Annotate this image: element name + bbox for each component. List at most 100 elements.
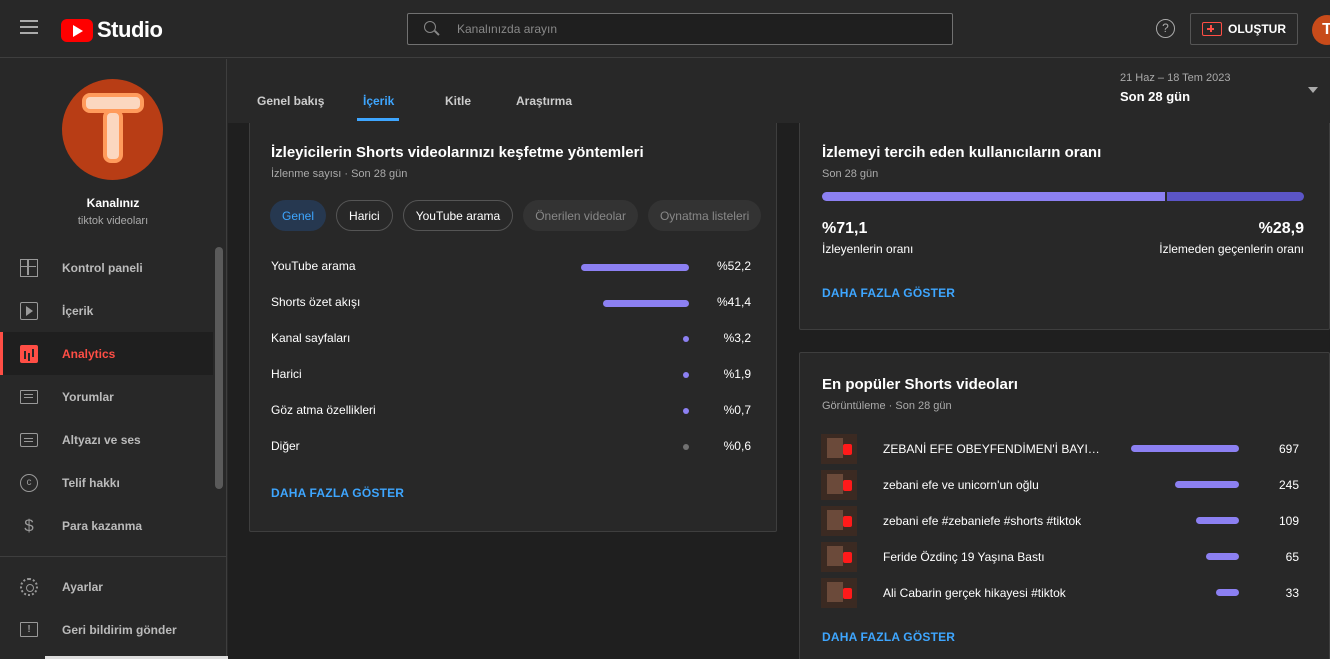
video-thumbnail[interactable] <box>821 578 857 608</box>
sidebar-item-label: Geri bildirim gönder <box>62 622 177 637</box>
comments-icon <box>20 389 38 404</box>
source-bar <box>683 444 689 450</box>
channel-name: Kanalınız <box>86 196 140 210</box>
chip-suggested-videos: Önerilen videolar <box>523 200 638 231</box>
logo-text: Studio <box>97 17 163 42</box>
tab-content[interactable]: İçerik <box>363 94 394 108</box>
menu-icon[interactable] <box>20 20 38 34</box>
views-bar <box>1196 517 1239 524</box>
subtitles-icon <box>20 432 38 447</box>
create-button-label: OLUŞTUR <box>1228 22 1286 36</box>
sidebar-item-settings[interactable]: Ayarlar <box>0 565 213 608</box>
create-video-icon <box>1202 22 1222 36</box>
analytics-icon <box>20 344 38 363</box>
video-views: 697 <box>1278 442 1299 456</box>
video-row[interactable]: zebani efe #zebaniefe #shorts #tiktok 10… <box>821 506 1299 536</box>
chip-external[interactable]: Harici <box>336 200 393 231</box>
search-input[interactable] <box>457 22 917 36</box>
show-more-link[interactable]: DAHA FAZLA GÖSTER <box>822 286 955 300</box>
account-avatar[interactable]: T <box>1312 15 1330 45</box>
watch-ratio-card: İzlemeyi tercih eden kullanıcıların oran… <box>799 123 1330 330</box>
skipped-segment <box>1166 192 1304 201</box>
chevron-down-icon[interactable] <box>1308 87 1318 93</box>
tab-audience[interactable]: Kitle <box>445 94 471 108</box>
source-bar <box>683 336 689 342</box>
traffic-source-row: YouTube arama %52,2 <box>271 256 751 276</box>
sidebar-item-label: Analytics <box>62 346 116 361</box>
dashboard-icon <box>20 258 38 277</box>
tab-overview[interactable]: Genel bakış <box>257 94 324 108</box>
active-tab-indicator <box>357 118 399 121</box>
sidebar-item-dashboard[interactable]: Kontrol paneli <box>0 246 213 289</box>
sidebar-item-feedback[interactable]: ! Geri bildirim gönder <box>0 608 213 651</box>
top-shorts-card: En popüler Shorts videoları Görüntüleme … <box>799 352 1330 659</box>
search-box[interactable] <box>407 13 953 45</box>
source-bar <box>603 300 689 307</box>
traffic-source-row: Shorts özet akışı %41,4 <box>271 292 751 312</box>
sidebar-divider <box>0 556 226 557</box>
views-bar <box>1216 589 1239 596</box>
watched-value: %71,1 <box>822 220 868 237</box>
card-subtitle: İzlenme sayısı · Son 28 gün <box>271 168 408 180</box>
sidebar-item-copyright[interactable]: c Telif hakkı <box>0 461 213 504</box>
sidebar-item-comments[interactable]: Yorumlar <box>0 375 213 418</box>
sidebar-item-subtitles[interactable]: Altyazı ve ses <box>0 418 213 461</box>
date-range-label: Son 28 gün <box>1120 89 1191 104</box>
sidebar-item-label: Kontrol paneli <box>62 260 143 275</box>
sidebar-item-analytics[interactable]: Analytics <box>0 332 213 375</box>
chip-overall[interactable]: Genel <box>270 200 327 231</box>
tab-research[interactable]: Araştırma <box>516 94 572 108</box>
create-button[interactable]: OLUŞTUR <box>1190 13 1298 45</box>
sidebar-scrollbar[interactable] <box>215 247 223 489</box>
sidebar-item-label: Ayarlar <box>62 579 103 594</box>
show-more-link[interactable]: DAHA FAZLA GÖSTER <box>271 486 404 500</box>
source-label: Harici <box>271 367 302 381</box>
top-bar: Studio ? OLUŞTUR T <box>0 0 1330 58</box>
video-title[interactable]: Ali Cabarin gerçek hikayesi #tiktok <box>883 586 1103 600</box>
monetization-icon: $ <box>24 515 34 535</box>
video-title[interactable]: zebani efe #zebaniefe #shorts #tiktok <box>883 514 1103 528</box>
sidebar-item-label: Altyazı ve ses <box>62 432 141 447</box>
video-thumbnail[interactable] <box>821 434 857 464</box>
date-range-picker[interactable]: 21 Haz – 18 Tem 2023 Son 28 gün <box>1120 72 1230 104</box>
card-title: İzleyicilerin Shorts videolarınızı keşfe… <box>271 144 644 161</box>
video-thumbnail[interactable] <box>821 542 857 572</box>
sidebar-nav: Kontrol paneli İçerik Analytics Yorumlar… <box>0 246 226 651</box>
source-value: %0,6 <box>723 439 751 453</box>
video-row[interactable]: Feride Özdinç 19 Yaşına Bastı 65 <box>821 542 1299 572</box>
help-icon[interactable]: ? <box>1156 19 1175 38</box>
source-label: YouTube arama <box>271 259 356 273</box>
traffic-source-row: Diğer %0,6 <box>271 436 751 456</box>
channel-avatar-logo <box>82 93 144 165</box>
video-views: 109 <box>1278 514 1299 528</box>
views-bar <box>1175 481 1239 488</box>
sidebar-item-label: Yorumlar <box>62 389 114 404</box>
video-thumbnail[interactable] <box>821 470 857 500</box>
sidebar-item-monetization[interactable]: $ Para kazanma <box>0 504 213 547</box>
source-bar <box>683 408 689 414</box>
studio-logo[interactable]: Studio <box>61 17 163 43</box>
chip-youtube-search[interactable]: YouTube arama <box>402 200 514 231</box>
video-row[interactable]: Ali Cabarin gerçek hikayesi #tiktok 33 <box>821 578 1299 608</box>
sidebar-item-content[interactable]: İçerik <box>0 289 213 332</box>
source-value: %0,7 <box>723 403 751 417</box>
video-title[interactable]: zebani efe ve unicorn'un oğlu <box>883 478 1103 492</box>
video-thumbnail[interactable] <box>821 506 857 536</box>
card-title: İzlemeyi tercih eden kullanıcıların oran… <box>822 144 1102 161</box>
card-subtitle: Son 28 gün <box>822 168 879 180</box>
source-value: %52,2 <box>716 259 751 273</box>
source-bar <box>581 264 689 271</box>
source-value: %1,9 <box>723 367 751 381</box>
show-more-link[interactable]: DAHA FAZLA GÖSTER <box>822 630 955 644</box>
video-title[interactable]: Feride Özdinç 19 Yaşına Bastı <box>883 550 1103 564</box>
card-subtitle: Görüntüleme · Son 28 gün <box>822 400 952 412</box>
search-icon[interactable] <box>424 21 440 37</box>
channel-avatar[interactable] <box>62 79 163 180</box>
video-row[interactable]: ZEBANİ EFE OBEYFENDİMEN'İ BAYILTIY... 69… <box>821 434 1299 464</box>
youtube-logo-icon <box>61 18 93 42</box>
video-title[interactable]: ZEBANİ EFE OBEYFENDİMEN'İ BAYILTIY... <box>883 442 1103 456</box>
filter-chips: Genel Harici YouTube arama Önerilen vide… <box>270 200 771 231</box>
video-row[interactable]: zebani efe ve unicorn'un oğlu 245 <box>821 470 1299 500</box>
traffic-source-row: Kanal sayfaları %3,2 <box>271 328 751 348</box>
feedback-icon: ! <box>20 622 38 637</box>
